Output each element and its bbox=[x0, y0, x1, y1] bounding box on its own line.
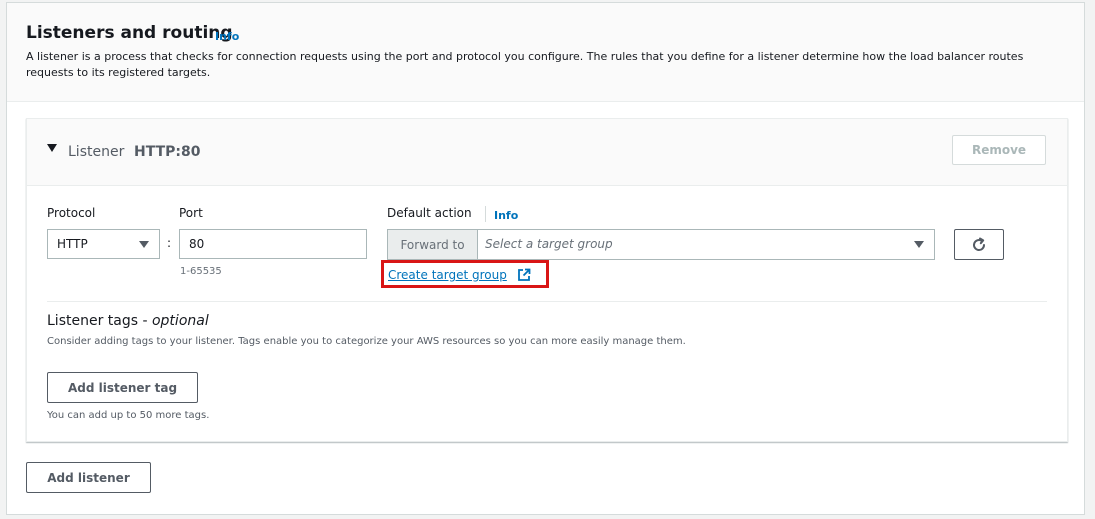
port-hint: 1-65535 bbox=[180, 266, 222, 277]
port-input[interactable] bbox=[179, 229, 367, 259]
listener-header: Listener HTTP:80 Remove bbox=[27, 119, 1067, 186]
refresh-icon bbox=[973, 237, 986, 251]
default-action-label: Default action bbox=[387, 206, 472, 220]
info-divider bbox=[485, 206, 486, 222]
target-group-select[interactable]: Select a target group bbox=[477, 230, 934, 259]
panel-description: A listener is a process that checks for … bbox=[26, 50, 1024, 79]
target-group-placeholder: Select a target group bbox=[485, 237, 613, 251]
optional-label: optional bbox=[151, 313, 209, 329]
listener-tags-title-text: Listener tags - bbox=[47, 313, 148, 329]
default-action-info-link[interactable]: Info bbox=[494, 209, 518, 222]
section-divider bbox=[47, 301, 1047, 302]
listener-card: Listener HTTP:80 Remove Protocol HTTP : … bbox=[26, 118, 1068, 442]
listeners-routing-panel: Listeners and routing Info A listener is… bbox=[6, 2, 1085, 515]
add-listener-button[interactable]: Add listener bbox=[26, 462, 151, 493]
listener-tags-description: Consider adding tags to your listener. T… bbox=[47, 336, 686, 347]
protocol-select[interactable]: HTTP bbox=[47, 229, 160, 259]
protocol-label: Protocol bbox=[47, 206, 96, 220]
caret-down-icon[interactable] bbox=[47, 144, 57, 152]
remove-listener-button[interactable]: Remove bbox=[952, 135, 1046, 165]
caret-down-icon bbox=[914, 241, 924, 248]
tags-limit-hint: You can add up to 50 more tags. bbox=[47, 410, 210, 421]
caret-down-icon bbox=[139, 241, 149, 248]
port-label: Port bbox=[179, 206, 203, 220]
refresh-target-groups-button[interactable] bbox=[954, 229, 1004, 260]
listener-protocol-port: HTTP:80 bbox=[134, 144, 201, 160]
colon-separator: : bbox=[167, 236, 172, 250]
section-info-link[interactable]: Info bbox=[215, 30, 239, 43]
external-link-icon bbox=[518, 268, 531, 281]
protocol-select-value: HTTP bbox=[57, 237, 88, 251]
panel-header: Listeners and routing Info A listener is… bbox=[7, 3, 1084, 102]
create-target-group-link[interactable]: Create target group bbox=[388, 268, 507, 282]
listener-name-label: Listener bbox=[68, 144, 125, 160]
default-action-control: Forward to Select a target group bbox=[387, 229, 935, 260]
panel-title: Listeners and routing bbox=[26, 23, 233, 43]
listener-tags-title: Listener tags - optional bbox=[47, 313, 209, 329]
forward-to-prefix: Forward to bbox=[388, 230, 478, 259]
add-listener-tag-button[interactable]: Add listener tag bbox=[47, 372, 198, 403]
